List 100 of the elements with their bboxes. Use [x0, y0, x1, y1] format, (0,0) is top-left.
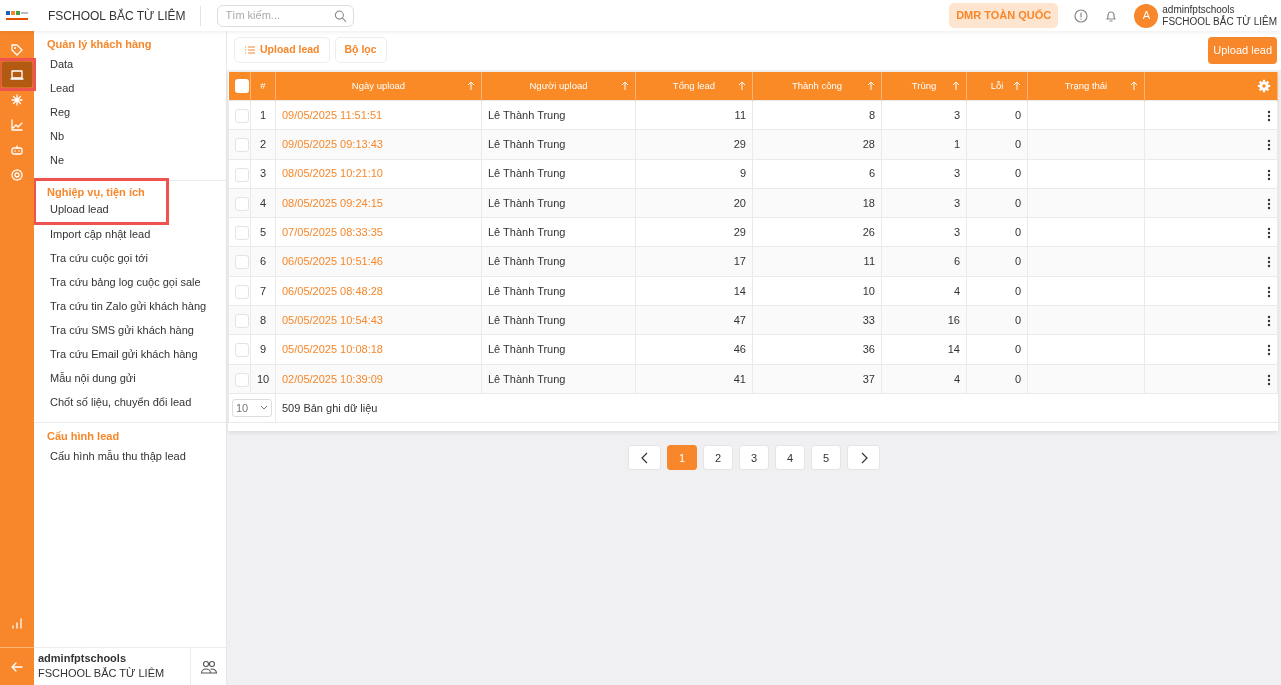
page-button[interactable]: 5 — [811, 445, 841, 471]
row-checkbox[interactable] — [235, 372, 249, 387]
table-cell: Lê Thành Trung — [488, 167, 566, 180]
sidebar-item[interactable]: Tra cứu cuộc gọi tới — [34, 246, 226, 270]
row-checkbox[interactable] — [235, 343, 249, 358]
table-cell: 3 — [953, 226, 960, 239]
row-checkbox[interactable] — [235, 314, 249, 329]
row-checkbox[interactable] — [235, 255, 249, 270]
row-checkbox[interactable] — [235, 196, 249, 211]
sidebar-item[interactable]: Tra cứu Email gửi khách hàng — [34, 342, 226, 366]
table-cell: 14 — [947, 343, 960, 356]
section-title: Quản lý khách hàng — [46, 37, 153, 52]
row-checkbox[interactable] — [235, 284, 249, 299]
table-cell: 0 — [1014, 255, 1021, 268]
table-cell: 36 — [862, 343, 875, 356]
row-checkbox[interactable] — [235, 226, 249, 241]
table-cell: 3 — [953, 167, 960, 180]
sidebar-item[interactable]: Nb — [34, 124, 226, 148]
table-cell: 07/05/2025 08:33:35 — [282, 226, 383, 239]
page-button[interactable]: 4 — [775, 445, 805, 471]
sort-arrow-icon[interactable] — [1013, 80, 1021, 91]
table-cell: 7 — [259, 284, 267, 297]
table-cell: 3 — [953, 196, 960, 209]
page-button[interactable]: 2 — [703, 445, 733, 471]
sort-arrow-icon[interactable] — [1130, 80, 1138, 91]
table-cell: 9 — [259, 343, 267, 356]
more-icon[interactable] — [1267, 315, 1271, 328]
more-icon[interactable] — [1267, 197, 1271, 210]
table-cell: 6 — [868, 167, 875, 180]
sidebar-item[interactable]: Chốt số liệu, chuyển đổi lead — [34, 390, 226, 414]
row-checkbox[interactable] — [235, 109, 249, 123]
table-cell: 47 — [733, 313, 746, 326]
table-cell: 08/05/2025 10:21:10 — [282, 167, 383, 180]
previous-page-button[interactable] — [628, 445, 661, 471]
sidebar-item[interactable]: Ne — [34, 148, 226, 172]
sidebar-item[interactable]: Mẫu nội dung gửi — [34, 366, 226, 390]
more-icon[interactable] — [1267, 285, 1271, 298]
sidebar-item[interactable]: Data — [34, 52, 226, 76]
table-cell: 41 — [733, 372, 746, 385]
table-cell: 18 — [862, 196, 875, 209]
sort-arrow-icon[interactable] — [467, 80, 475, 91]
next-page-button[interactable] — [847, 445, 880, 471]
sidebar-item[interactable]: Tra cứu tin Zalo gửi khách hàng — [34, 294, 226, 318]
sidebar-item[interactable]: Cấu hình mẫu thu thập lead — [34, 444, 226, 468]
table-cell: Lê Thành Trung — [488, 284, 566, 297]
table-cell: Lê Thành Trung — [488, 343, 566, 356]
more-icon[interactable] — [1267, 110, 1271, 122]
page-button[interactable]: 3 — [739, 445, 769, 471]
search-box[interactable]: Tìm kiếm... — [216, 4, 354, 27]
row-checkbox[interactable] — [235, 138, 249, 153]
sort-arrow-icon[interactable] — [952, 80, 960, 91]
table-cell: 6 — [953, 255, 960, 268]
user-name: adminfptschools — [38, 651, 127, 666]
table-cell: Lê Thành Trung — [488, 138, 566, 151]
select-all-checkbox[interactable] — [234, 79, 249, 93]
table-cell: 5 — [259, 226, 267, 239]
sidebar-item[interactable]: Lead — [34, 76, 226, 100]
more-icon[interactable] — [1267, 139, 1271, 152]
more-icon[interactable] — [1267, 256, 1271, 269]
sort-arrow-icon[interactable] — [621, 80, 629, 91]
table-cell: Lê Thành Trung — [488, 372, 566, 385]
table-cell: 3 — [953, 108, 960, 121]
table-cell: 0 — [1014, 108, 1021, 121]
more-icon[interactable] — [1267, 344, 1271, 357]
sidebar-item[interactable]: Upload lead — [36, 200, 166, 218]
table-cell: 3 — [259, 167, 267, 180]
table-cell: 6 — [259, 255, 267, 268]
more-icon[interactable] — [1267, 373, 1271, 386]
table-cell: 9 — [739, 167, 746, 180]
more-icon[interactable] — [1267, 168, 1271, 181]
tag-icon — [9, 41, 25, 58]
table-cell: 06/05/2025 08:48:28 — [282, 284, 383, 297]
table-cell: Lê Thành Trung — [488, 196, 566, 209]
sidebar-item[interactable]: Import cập nhật lead — [34, 222, 226, 246]
users-icon[interactable] — [199, 658, 218, 675]
table-cell: Lê Thành Trung — [488, 255, 566, 268]
sidebar-item[interactable]: Tra cứu bảng log cuộc gọi sale — [34, 270, 226, 294]
table-cell: 0 — [1014, 313, 1021, 326]
more-icon[interactable] — [1267, 227, 1271, 240]
table-cell: 09/05/2025 11:51:51 — [282, 108, 383, 121]
info-icon[interactable] — [1074, 8, 1089, 23]
chevron-left-icon — [640, 451, 649, 464]
table-cell: 08/05/2025 09:24:15 — [282, 196, 383, 209]
table-cell: 4 — [259, 196, 267, 209]
search-field[interactable]: Tìm kiếm... — [223, 6, 335, 25]
sort-arrow-icon[interactable] — [738, 80, 746, 91]
table-cell: 0 — [1014, 196, 1021, 209]
page-size-select[interactable]: 10 — [232, 399, 272, 418]
table-cell: 06/05/2025 10:51:46 — [282, 255, 383, 268]
row-checkbox[interactable] — [235, 167, 249, 182]
section-title: Nghiệp vụ, tiện ích — [46, 185, 146, 200]
table-cell: 8 — [868, 108, 875, 121]
table-cell: 05/05/2025 10:08:18 — [282, 343, 383, 356]
record-count: 509 Bản ghi dữ liệu — [282, 401, 378, 414]
sort-arrow-icon[interactable] — [867, 80, 875, 91]
table-cell: 09/05/2025 09:13:43 — [282, 138, 383, 151]
sidebar-item[interactable]: Reg — [34, 100, 226, 124]
table-cell: 29 — [733, 138, 746, 151]
table-cell: 46 — [733, 343, 746, 356]
sidebar-item[interactable]: Tra cứu SMS gửi khách hàng — [34, 318, 226, 342]
